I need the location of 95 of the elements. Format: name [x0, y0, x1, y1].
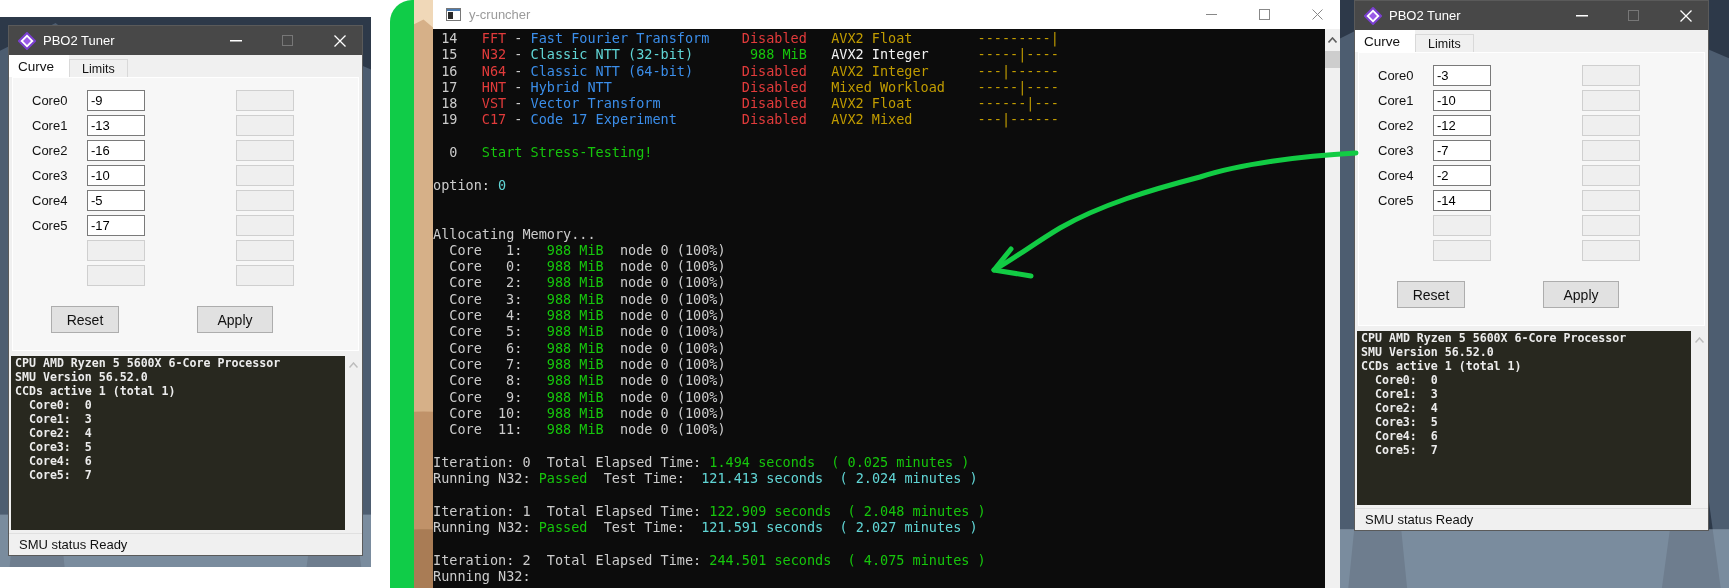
test-entry: 14 FFT - Fast Fourier Transform Disabled AVX2 Float ---------|: [440, 30, 1060, 47]
log-line: Core1: 3: [27, 411, 93, 426]
log-line: SMU Version 56.52.0: [15, 369, 149, 384]
field-label: Core0: [32, 92, 69, 110]
terminal-icon: [446, 8, 461, 21]
console-line: Iteration: 1 Total Elapsed Time: 122.909 seconds ( 2.048 minutes ): [433, 502, 987, 519]
console-line: Core 10: 988 MiB node 0 (100%): [448, 404, 727, 422]
console-line: Core 0: 988 MiB node 0 (100%): [448, 258, 727, 275]
status-text: SMU status Ready: [1355, 508, 1708, 530]
reset-button[interactable]: Reset: [51, 306, 119, 333]
maximize-icon: [1259, 9, 1270, 20]
scrollbar-thumb[interactable]: [1325, 51, 1340, 68]
field-label: Core4: [1378, 167, 1415, 185]
input-field[interactable]: -13: [87, 115, 145, 136]
apply-button[interactable]: Apply: [1543, 281, 1619, 308]
input-field[interactable]: -2: [1433, 165, 1491, 186]
tab[interactable]: Curve: [1355, 30, 1415, 52]
console-line: Core 11: 988 MiB node 0 (100%): [448, 421, 727, 438]
input-field[interactable]: -16: [87, 140, 145, 161]
input-field[interactable]: -12: [1433, 115, 1491, 136]
window-title: PBO2 Tuner: [43, 33, 115, 48]
log-line: Core2: 4: [1373, 400, 1439, 415]
prompt-line: option: 0: [433, 176, 508, 193]
minimize-icon: [1206, 13, 1217, 16]
test-entry: 16 N64 - Classic NTT (64-bit) Disabled AVX2 Integer ---|------: [440, 62, 1060, 79]
input-field[interactable]: -14: [1433, 190, 1491, 211]
tab[interactable]: Limits: [69, 59, 128, 77]
log-line: Core3: 5: [1373, 414, 1439, 429]
app-icon: [1364, 6, 1382, 25]
close-icon: [1312, 9, 1323, 20]
menu-option: 0 Start Stress-Testing!: [433, 144, 1325, 161]
app-icon: [18, 31, 36, 50]
log-line: Core2: 4: [27, 425, 93, 440]
reset-button[interactable]: Reset: [1397, 281, 1465, 308]
log-line: Core3: 5: [27, 439, 93, 454]
minimize-icon: [229, 39, 242, 42]
status-text: SMU status Ready: [9, 533, 362, 555]
close-icon: [1679, 9, 1692, 22]
log-line: Core4: 6: [1373, 428, 1439, 443]
close-icon: [333, 34, 346, 47]
console-line: Running N32: Passed Test Time: 121.413 seconds ( 2.024 minutes ): [433, 470, 979, 487]
minimize-icon: [1575, 14, 1588, 17]
console-line: Iteration: 2 Total Elapsed Time: 244.501 seconds ( 4.075 minutes ): [433, 551, 987, 568]
log-line: Core0: 0: [27, 397, 93, 412]
input-field[interactable]: -3: [1433, 65, 1491, 86]
apply-button[interactable]: Apply: [197, 306, 273, 333]
console-line: Core 9: 988 MiB node 0 (100%): [448, 388, 727, 405]
console-line: Core 8: 988 MiB node 0 (100%): [448, 372, 727, 389]
window-title: y-cruncher: [469, 7, 531, 22]
input-field[interactable]: -10: [1433, 90, 1491, 111]
input-field[interactable]: -5: [87, 190, 145, 211]
log-line: Core5: 7: [27, 467, 93, 482]
log-line: Core5: 7: [1373, 442, 1439, 457]
input-field[interactable]: -9: [87, 90, 145, 111]
test-entry: 19 C17 - Code 17 Experiment Disabled AVX2 Mixed ---|------: [440, 111, 1060, 128]
log-line: CPU AMD Ryzen 5 5600X 6-Core Processor: [15, 355, 282, 370]
test-entry: 15 N32 - Classic NTT (32-bit) 988 MiB AVX2 Integer -----|----: [440, 46, 1060, 63]
field-label: Core3: [1378, 142, 1415, 160]
console-line: Core 2: 988 MiB node 0 (100%): [448, 274, 727, 291]
tab[interactable]: Curve: [9, 55, 69, 77]
field-label: Core4: [32, 192, 69, 210]
maximize-icon: [1628, 10, 1639, 21]
log-line: SMU Version 56.52.0: [1361, 344, 1495, 359]
console-line: Core 6: 988 MiB node 0 (100%): [448, 339, 727, 356]
field-label: Core1: [1378, 92, 1415, 110]
field-label: Core0: [1378, 67, 1415, 85]
maximize-icon: [282, 35, 293, 46]
console-line: Core 3: 988 MiB node 0 (100%): [448, 290, 727, 308]
test-entry: 18 VST - Vector Transform Disabled AVX2 Float ------|---: [440, 95, 1060, 112]
console-line: Running N32:: [433, 567, 532, 585]
console-line: Core 1: 988 MiB node 0 (100%): [449, 241, 727, 259]
log-line: CCDs active 1 (total 1): [1361, 358, 1523, 373]
log-line: CPU AMD Ryzen 5 5600X 6-Core Processor: [1361, 330, 1628, 345]
input-field[interactable]: -7: [1433, 140, 1491, 161]
scroll-up-icon[interactable]: [1328, 37, 1337, 43]
log-line: Core0: 0: [1373, 372, 1439, 387]
log-line: Core4: 6: [27, 453, 93, 468]
field-label: Core2: [1378, 117, 1415, 135]
console-line: Core 7: 988 MiB node 0 (100%): [448, 355, 727, 373]
console-line: Core 5: 988 MiB node 0 (100%): [448, 323, 727, 340]
console-line: Running N32: Passed Test Time: 121.591 seconds ( 2.027 minutes ): [433, 518, 979, 536]
field-label: Core2: [32, 142, 69, 160]
log-line: Core1: 3: [1373, 386, 1439, 401]
input-field[interactable]: -10: [87, 165, 145, 186]
field-label: Core5: [1378, 192, 1415, 210]
field-label: Core1: [32, 117, 69, 135]
field-label: Core3: [32, 167, 69, 185]
window-title: PBO2 Tuner: [1389, 8, 1461, 23]
input-field[interactable]: -17: [87, 215, 145, 236]
log-line: CCDs active 1 (total 1): [15, 383, 177, 398]
field-label: Core5: [32, 217, 69, 235]
console-line: Allocating Memory...: [433, 225, 597, 242]
tab[interactable]: Limits: [1415, 34, 1474, 52]
console-line: Iteration: 0 Total Elapsed Time: 1.494 seconds ( 0.025 minutes ): [433, 453, 971, 470]
console-line: Core 4: 988 MiB node 0 (100%): [448, 307, 727, 324]
